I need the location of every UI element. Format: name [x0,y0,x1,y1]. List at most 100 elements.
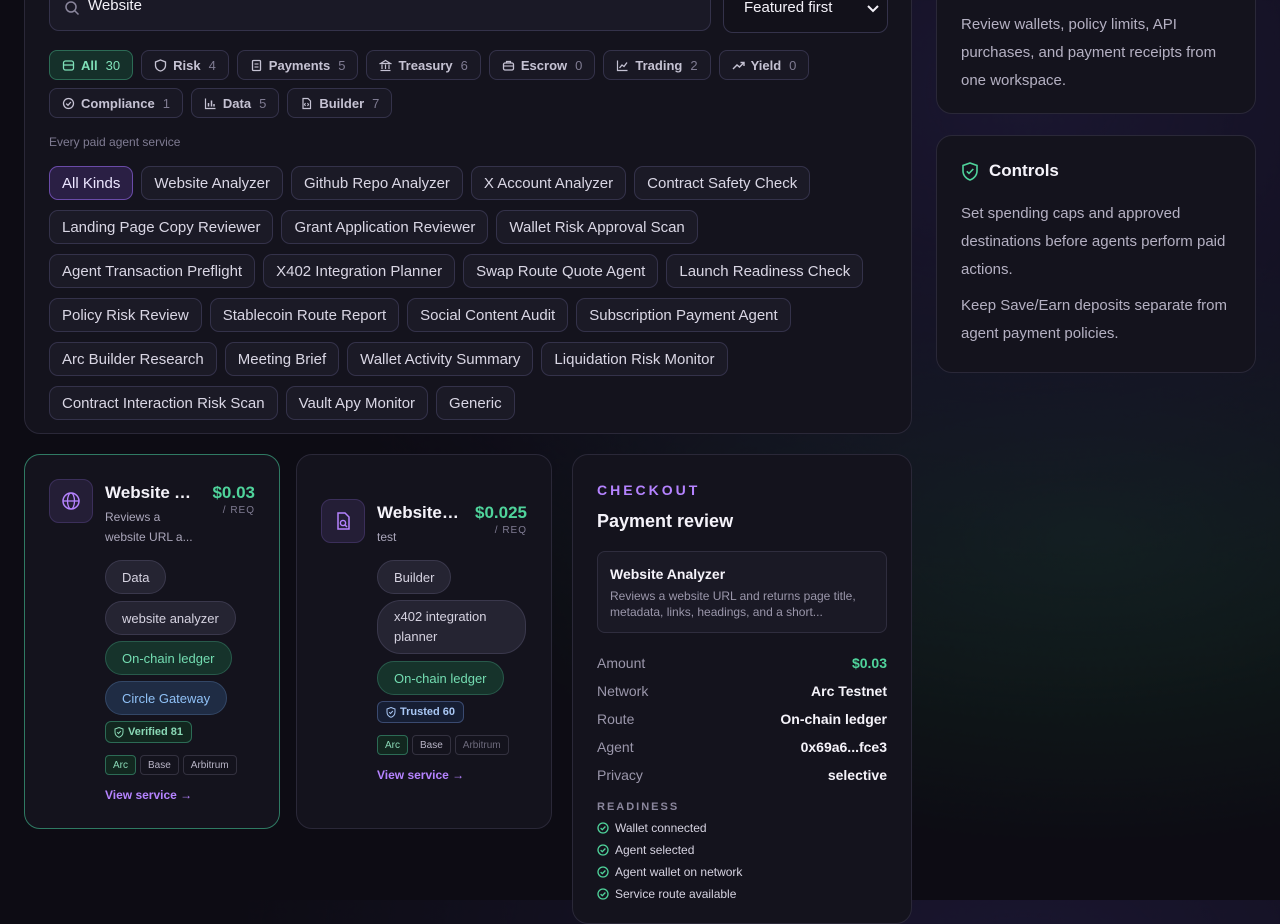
kind-chip[interactable]: Launch Readiness Check [666,254,864,288]
route-pill: On-chain ledger [105,641,232,675]
category-count: 30 [105,57,121,73]
category-data[interactable]: Data 5 [190,88,280,118]
category-label: Data [222,95,252,111]
kind-chip[interactable]: Liquidation Risk Monitor [541,342,728,376]
badge-text: Verified 81 [128,726,184,738]
category-count: 1 [162,95,170,111]
filter-panel: Website Featured first All 30 Risk 4 Payme… [24,0,912,434]
checkout-eyebrow: CHECKOUT [597,482,701,498]
row-key: Agent [597,739,634,755]
controls-text: Keep Save/Earn deposits separate from ag… [961,297,1227,342]
category-label: Trading [635,57,683,73]
readiness-item: Wallet connected [597,817,742,839]
row-key: Privacy [597,767,643,783]
chain-tag: Arbitrum [182,755,237,775]
controls-header: Controls [961,161,1059,181]
service-desc-line: website URL a... [105,530,193,544]
search-icon [65,1,80,16]
category-risk[interactable]: Risk 4 [141,50,229,80]
checkout-row-privacy: Privacy selective [597,761,887,789]
row-key: Route [597,711,635,727]
kind-chip[interactable]: Agent Transaction Preflight [49,254,256,288]
kind-chip[interactable]: Contract Safety Check [634,166,811,200]
tag-pill-line: planner [394,629,438,644]
kind-chip[interactable]: Policy Risk Review [49,298,202,332]
category-yield[interactable]: Yield 0 [718,50,810,80]
service-title: Website Analyzer [377,503,461,522]
category-label: Risk [173,57,201,73]
workspace-info-text: Review wallets, policy limits, API purch… [961,16,1217,89]
chain-tag: Arbitrum [454,735,509,755]
chain-tag: Arc [377,735,408,755]
chain-tag: Base [412,735,451,755]
checkout-title: Payment review [597,511,734,531]
checkout-row-route: Route On-chain ledger [597,705,887,733]
category-builder[interactable]: Builder 7 [287,88,393,118]
kind-chip[interactable]: X Account Analyzer [470,166,627,200]
service-title: Website Analyzer [105,483,200,502]
category-count: 6 [460,57,468,73]
kinds-section-label: Every paid agent service [49,135,181,149]
search-input[interactable]: Website [49,0,711,31]
kind-chip[interactable]: Subscription Payment Agent [576,298,791,332]
kind-chip[interactable]: Swap Route Quote Agent [463,254,659,288]
view-service-link[interactable]: View service → [377,768,464,782]
search-value: Website [88,0,142,14]
service-price-unit: / REQ [222,505,255,516]
tag-pill: Builder [377,560,452,594]
category-payments[interactable]: Payments 5 [236,50,359,80]
service-desc: Reviews a website URL a... [105,507,193,547]
bank-icon [379,59,393,71]
readiness-text: Service route available [615,887,737,901]
kind-chip[interactable]: X402 Integration Planner [263,254,456,288]
kind-chip[interactable]: Grant Application Reviewer [281,210,489,244]
shield-check-icon [114,726,124,738]
tag-pill: website analyzer [105,601,236,635]
category-compliance[interactable]: Compliance 1 [49,88,183,118]
grid-icon [62,59,75,71]
readiness-list: Wallet connected Agent selected Agent wa… [597,817,742,905]
chain-tag: Base [140,755,179,775]
readiness-text: Wallet connected [615,821,707,835]
category-trading[interactable]: Trading 2 [603,50,711,80]
service-desc-line: Reviews a [105,510,161,524]
view-service-link[interactable]: View service → [105,788,192,802]
file-search-icon [321,499,365,543]
kind-chip[interactable]: Landing Page Copy Reviewer [49,210,274,244]
category-escrow[interactable]: Escrow 0 [488,50,596,80]
tag-pill: x402 integration planner [377,600,526,654]
category-all[interactable]: All 30 [49,50,134,80]
kind-chip[interactable]: Vault Apy Monitor [285,386,429,420]
controls-card: Controls Set spending caps and approved … [936,135,1256,373]
service-card[interactable]: Website Analyzer $0.025 / REQ test Build… [296,454,552,829]
row-value: 0x69a6...fce3 [800,739,887,755]
category-label: Builder [319,95,365,111]
row-key: Network [597,683,649,699]
sort-select[interactable]: Featured first [723,0,888,33]
kind-chip[interactable]: Meeting Brief [224,342,340,376]
category-label: Compliance [81,95,155,111]
kind-chip[interactable]: Contract Interaction Risk Scan [49,386,278,420]
row-value: Arc Testnet [811,683,887,699]
chevron-down-icon [867,5,879,13]
service-price: $0.025 [475,503,527,522]
kind-chip-all[interactable]: All Kinds [49,166,134,200]
chain-list: Arc Base Arbitrum [377,735,509,755]
checkout-service-name: Website Analyzer [610,566,726,582]
service-card[interactable]: Website Analyzer $0.03 / REQ Reviews a w… [24,454,280,829]
kind-filter-list: All Kinds Website Analyzer Github Repo A… [49,166,879,420]
kind-chip[interactable]: Stablecoin Route Report [209,298,400,332]
kind-chip[interactable]: Wallet Activity Summary [347,342,534,376]
kind-chip[interactable]: Social Content Audit [407,298,569,332]
kind-chip[interactable]: Website Analyzer [141,166,283,200]
category-treasury[interactable]: Treasury 6 [366,50,481,80]
kind-chip[interactable]: Arc Builder Research [49,342,217,376]
readiness-item: Service route available [597,883,742,905]
kind-chip[interactable]: Wallet Risk Approval Scan [496,210,698,244]
row-value: selective [827,767,887,783]
category-label: Treasury [398,57,453,73]
kind-chip[interactable]: Github Repo Analyzer [290,166,463,200]
kind-chip[interactable]: Generic [436,386,515,420]
readiness-label: READINESS [597,801,680,813]
controls-title: Controls [989,161,1059,180]
